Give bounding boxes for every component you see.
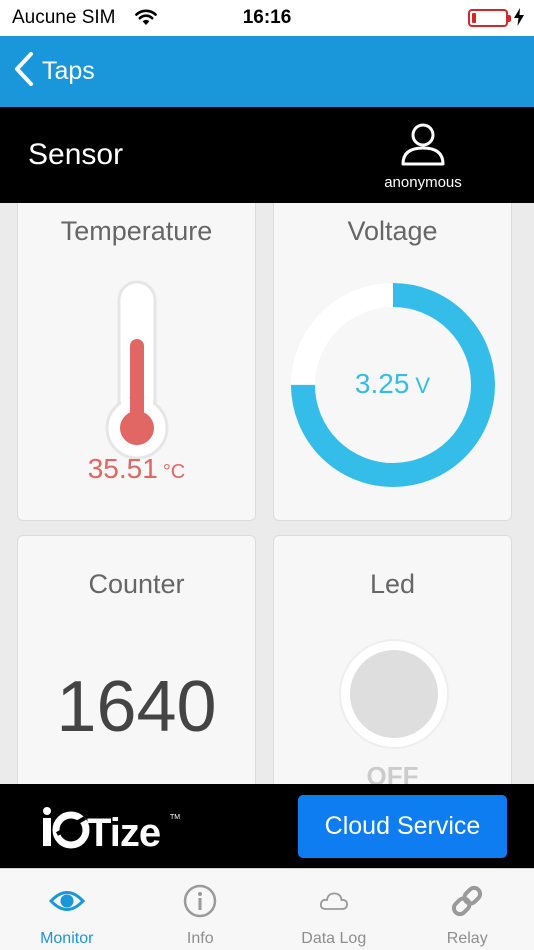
bottom-banner: Tize TM Cloud Service [0,784,534,868]
sensor-grid: Temperature 35.51 °C Voltage 3.25 V Counte… [0,203,534,784]
counter-value: 1640 [56,667,217,747]
nav-bar: Taps [0,36,534,107]
tab-data-log-label: Data Log [301,930,367,947]
voltage-readout: 3.25 V [274,368,511,400]
temperature-readout: 35.51 °C [18,453,255,485]
led-title: Led [369,569,416,599]
tab-relay-label: Relay [446,930,488,947]
tab-monitor[interactable]: Monitor [0,869,134,950]
status-bar: Aucune SIM 16:16 [0,0,534,36]
led-state-label: OFF [366,761,419,784]
voltage-value: 3.25 [354,368,410,399]
back-button[interactable]: Taps [14,48,95,94]
cloud-icon [319,892,348,910]
counter-title: Counter [88,569,185,599]
clock: 16:16 [242,7,292,28]
chevron-left-icon [14,51,34,91]
temperature-unit: °C [162,461,186,483]
voltage-title: Voltage [347,216,438,246]
user-icon [401,123,445,166]
temperature-value: 35.51 [87,453,158,484]
cloud-service-button[interactable]: Cloud Service [298,795,507,858]
top-bar: Aucune SIM 16:16 Taps [0,0,534,107]
charging-bolt-icon [514,8,524,31]
link-icon [452,885,483,917]
thermometer-icon [105,280,169,460]
tab-info[interactable]: Info [134,869,268,950]
voltage-card: Voltage 3.25 V [273,203,512,521]
svg-text:Tize: Tize [87,811,160,850]
tab-data-log[interactable]: Data Log [267,869,401,950]
battery-icon [468,9,511,27]
tab-relay[interactable]: Relay [401,869,534,950]
iotize-logo: Tize TM [43,807,180,850]
username-label: anonymous [384,174,462,191]
tab-bar: Monitor Info Data Log Relay [0,868,534,950]
svg-text:TM: TM [170,814,180,821]
tab-monitor-label: Monitor [40,930,94,947]
voltage-unit: V [415,373,431,398]
temperature-card: Temperature 35.51 °C [17,203,256,521]
sensor-header: Sensor anonymous [0,107,534,203]
counter-card: Counter 1640 [17,535,256,784]
led-card: Led OFF [273,535,512,784]
led-indicator[interactable] [336,636,452,752]
page-title: Sensor [28,138,124,171]
back-button-label: Taps [42,56,95,85]
temperature-title: Temperature [60,216,213,246]
user-account-button[interactable]: anonymous [370,121,476,191]
tab-info-label: Info [186,930,214,947]
info-icon [184,884,217,918]
eye-icon [48,891,85,911]
